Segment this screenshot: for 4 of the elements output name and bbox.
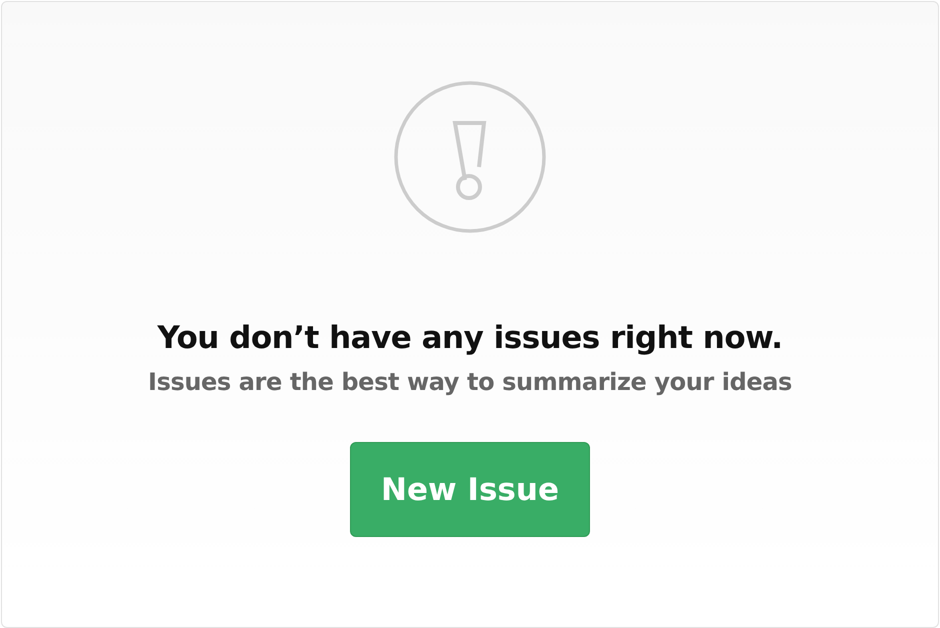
new-issue-button[interactable]: New Issue [350, 442, 590, 537]
empty-state-title: You don’t have any issues right now. [157, 320, 783, 356]
empty-state-description: Issues are the best way to summarize your ideas [148, 368, 792, 396]
alert-icon [393, 80, 547, 234]
